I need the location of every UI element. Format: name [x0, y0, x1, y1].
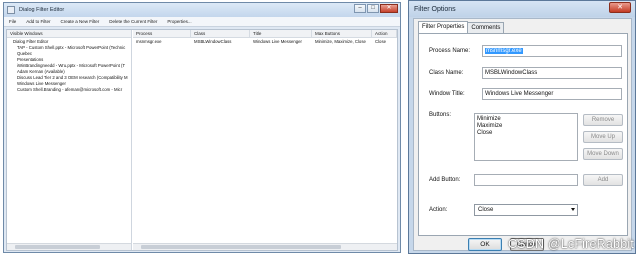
- action-selected-value: Close: [478, 207, 494, 213]
- caption-buttons: – □ ✕: [354, 4, 398, 13]
- menu-properties[interactable]: Properties...: [162, 19, 196, 24]
- grid-header: Process Class Title Max Buttons Action: [133, 30, 397, 38]
- cell-action: Close: [375, 39, 386, 44]
- filter-options-dialog: Filter Options ✕ Filter Properties Comme…: [408, 0, 636, 254]
- action-label: Action:: [429, 207, 448, 213]
- process-name-field[interactable]: msnmsgr.exe: [482, 45, 622, 57]
- class-name-label: Class Name:: [429, 70, 464, 76]
- scrollbar-thumb[interactable]: [15, 245, 100, 249]
- buttons-label: Buttons:: [429, 112, 452, 118]
- menu-file[interactable]: File: [4, 19, 21, 24]
- menu-create-new-filter[interactable]: Create a New Filter: [56, 19, 105, 24]
- dialog-filter-editor-window: Dialog Filter Editor – □ ✕ File Add to F…: [3, 2, 401, 253]
- tree-list: Dialog Filter Editor TAP - Custom Shell.…: [7, 38, 131, 93]
- selected-text: msnmsgr.exe: [485, 48, 523, 54]
- add-button-label: Add Button:: [429, 177, 461, 183]
- list-item[interactable]: Close: [477, 130, 575, 137]
- action-dropdown[interactable]: Close: [474, 204, 578, 216]
- process-name-label: Process Name:: [429, 48, 471, 54]
- minimize-icon[interactable]: –: [354, 4, 366, 13]
- add-button[interactable]: Add: [583, 174, 623, 186]
- tab-filter-properties[interactable]: Filter Properties: [418, 21, 469, 33]
- column-header-max-buttons[interactable]: Max Buttons: [312, 30, 372, 37]
- cell-max-buttons: Minimize, Maximize, Close: [315, 39, 366, 44]
- cell-process: msnmsgr.exe: [136, 39, 162, 44]
- class-name-field[interactable]: MSBLWindowClass: [482, 67, 622, 79]
- column-header-action[interactable]: Action: [372, 30, 397, 37]
- move-up-button[interactable]: Move Up: [583, 131, 623, 143]
- tab-comments[interactable]: Comments: [467, 22, 505, 33]
- buttons-listbox[interactable]: Minimize Maximize Close: [474, 113, 578, 161]
- menu-add-to-filter[interactable]: Add to Filter: [21, 19, 55, 24]
- grid-horizontal-scrollbar[interactable]: [133, 243, 397, 250]
- chevron-down-icon: [571, 208, 575, 211]
- filter-grid: Process Class Title Max Buttons Action m…: [133, 30, 397, 250]
- column-header-title[interactable]: Title: [250, 30, 312, 37]
- visible-windows-tree[interactable]: Visible Windows Dialog Filter Editor TAP…: [7, 30, 132, 250]
- menu-delete-current-filter[interactable]: Delete the Current Filter: [104, 19, 162, 24]
- remove-button[interactable]: Remove: [583, 114, 623, 126]
- add-button-field[interactable]: [474, 174, 578, 186]
- window-title: Dialog Filter Editor: [19, 7, 65, 13]
- column-header-process[interactable]: Process: [133, 30, 191, 37]
- window-titlebar[interactable]: Dialog Filter Editor – □ ✕: [4, 3, 400, 17]
- dialog-title: Filter Options: [414, 5, 456, 13]
- screenshot-canvas: Dialog Filter Editor – □ ✕ File Add to F…: [0, 0, 640, 256]
- close-icon[interactable]: ✕: [380, 4, 398, 13]
- column-header-class[interactable]: Class: [191, 30, 250, 37]
- ok-button[interactable]: OK: [468, 238, 502, 251]
- tree-item[interactable]: Custom Shell.Branding - afeman@microsoft…: [7, 87, 131, 93]
- tree-header: Visible Windows: [7, 30, 131, 38]
- scrollbar-thumb[interactable]: [141, 245, 341, 249]
- table-row[interactable]: msnmsgr.exe MSBLWindowClass Windows Live…: [133, 38, 397, 45]
- watermark-text: CSDN @LcFireRabbit: [507, 237, 634, 251]
- close-icon[interactable]: ✕: [609, 2, 631, 13]
- list-item[interactable]: Minimize: [477, 116, 575, 123]
- move-down-button[interactable]: Move Down: [583, 148, 623, 160]
- dialog-body: Filter Properties Comments Process Name:…: [413, 18, 632, 251]
- cell-class: MSBLWindowClass: [194, 39, 232, 44]
- cell-title: Windows Live Messenger: [253, 39, 302, 44]
- filter-properties-panel: Process Name: msnmsgr.exe Class Name: MS…: [418, 33, 628, 236]
- window-client-area: Visible Windows Dialog Filter Editor TAP…: [6, 29, 398, 251]
- window-title-label: Window Title:: [429, 91, 465, 97]
- tree-horizontal-scrollbar[interactable]: [7, 243, 131, 250]
- maximize-icon[interactable]: □: [367, 4, 379, 13]
- app-icon: [7, 6, 15, 14]
- window-title-field[interactable]: Windows Live Messenger: [482, 88, 622, 100]
- menu-bar: File Add to Filter Create a New Filter D…: [4, 17, 400, 27]
- list-item[interactable]: Maximize: [477, 123, 575, 130]
- dialog-titlebar[interactable]: Filter Options: [409, 1, 635, 17]
